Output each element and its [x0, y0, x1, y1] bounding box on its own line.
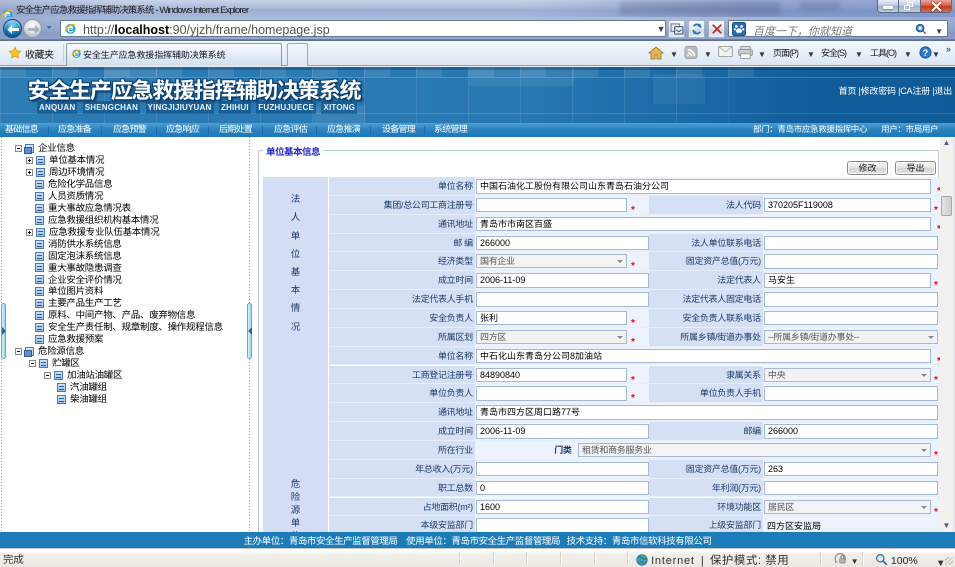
svg-text:?: ?	[923, 48, 928, 58]
